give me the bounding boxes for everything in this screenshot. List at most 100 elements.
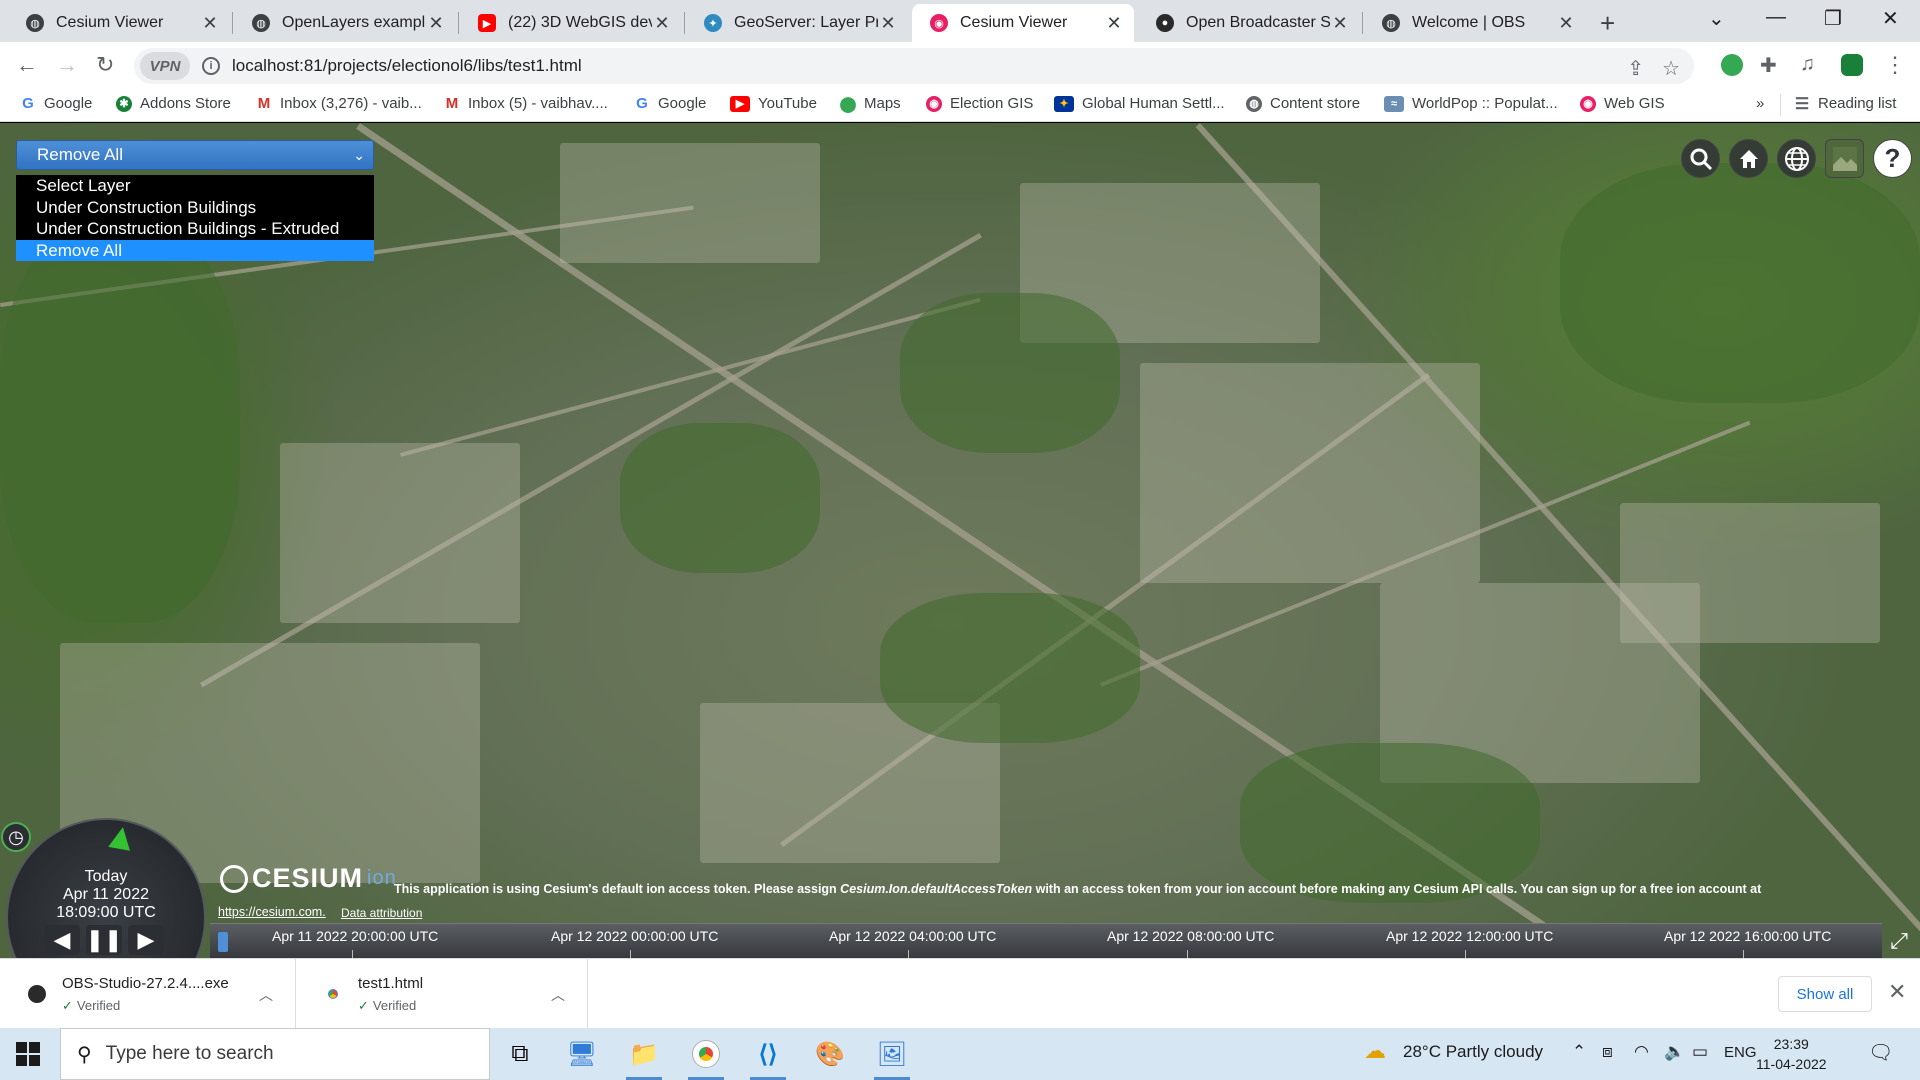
play-reverse-icon[interactable]: ◀ — [44, 925, 80, 955]
tab-youtube[interactable]: ▶ (22) 3D WebGIS devel ✕ — [460, 4, 682, 42]
extensions-puzzle-icon[interactable]: ✚ — [1760, 53, 1777, 78]
window-close-icon[interactable]: ✕ — [1882, 6, 1899, 31]
notifications-icon[interactable]: 🗨 — [1868, 1040, 1893, 1065]
volume-icon[interactable]: 🔈 — [1664, 1042, 1685, 1062]
home-icon[interactable] — [1729, 139, 1768, 178]
chevron-up-icon[interactable]: ︿ — [551, 985, 565, 1005]
adblock-extension-icon[interactable] — [1721, 54, 1743, 76]
bookmark-global-human-settlement[interactable]: ✦ Global Human Settl... — [1054, 95, 1225, 112]
address-bar[interactable]: VPN i localhost:81/projects/electionol6/… — [134, 48, 1694, 84]
timeline-needle[interactable] — [218, 932, 228, 952]
bookmark-google[interactable]: G Google — [20, 95, 92, 112]
chevron-up-icon[interactable]: ︿ — [259, 985, 273, 1005]
site-info-icon[interactable]: i — [202, 57, 220, 75]
paint-icon[interactable]: 🎨 — [806, 1034, 854, 1074]
wifi-icon[interactable]: ◠ — [1634, 1042, 1649, 1062]
weather-icon[interactable]: ☁ — [1364, 1038, 1386, 1064]
close-icon[interactable]: ✕ — [426, 13, 446, 34]
layer-option-under-construction[interactable]: Under Construction Buildings — [16, 197, 374, 219]
layer-option-under-construction-extruded[interactable]: Under Construction Buildings - Extruded — [16, 218, 374, 240]
google-icon: G — [636, 95, 648, 112]
bookmark-content-store[interactable]: ◍ Content store — [1246, 95, 1360, 112]
weather-text[interactable]: 28°C Partly cloudy — [1403, 1042, 1543, 1062]
globe-icon[interactable] — [1777, 139, 1816, 178]
bookmark-election-gis[interactable]: ◉ Election GIS — [926, 95, 1033, 112]
fullscreen-icon[interactable]: ⤢ — [1883, 926, 1915, 956]
photos-icon[interactable]: 🖼 — [868, 1034, 916, 1080]
cesium-ion-logo[interactable]: CESIUM ion — [220, 863, 397, 894]
close-icon[interactable]: ✕ — [1888, 979, 1906, 1005]
show-hidden-icons-icon[interactable]: ⌃ — [1572, 1042, 1586, 1062]
tab-openlayers[interactable]: ◍ OpenLayers example ✕ — [234, 4, 456, 42]
close-icon[interactable]: ✕ — [1330, 13, 1350, 34]
windows-start-icon[interactable] — [16, 1042, 40, 1066]
tab-obs[interactable]: ● Open Broadcaster Sof ✕ — [1138, 4, 1360, 42]
reading-list-button[interactable]: ☰ Reading list — [1794, 95, 1897, 113]
play-forward-icon[interactable]: ▶ — [128, 925, 164, 955]
bookmark-inbox-1[interactable]: M Inbox (3,276) - vaib... — [256, 95, 422, 112]
tab-divider — [232, 12, 233, 34]
download-item-obs[interactable]: OBS-Studio-27.2.4....exe ✓ Verified ︿ — [0, 959, 296, 1029]
bookmark-star-icon[interactable]: ☆ — [1662, 56, 1680, 81]
back-icon[interactable]: ← — [16, 52, 38, 78]
close-icon[interactable]: ✕ — [1104, 13, 1124, 34]
file-explorer-icon[interactable]: 📁 — [620, 1034, 668, 1080]
task-view-icon[interactable]: ⧉ — [496, 1034, 544, 1074]
timeline-tick — [908, 950, 909, 958]
chrome-icon[interactable] — [682, 1034, 730, 1080]
new-tab-icon[interactable]: + — [1600, 8, 1615, 39]
vscode-icon[interactable]: ⟨⟩ — [744, 1034, 792, 1080]
clock-icon[interactable]: ◷ — [1, 822, 31, 852]
bookmark-inbox-2[interactable]: M Inbox (5) - vaibhav.... — [444, 95, 608, 112]
media-control-icon[interactable]: ♫ — [1800, 53, 1815, 76]
tab-welcome-obs[interactable]: ◍ Welcome | OBS ✕ — [1364, 4, 1586, 42]
bookmark-worldpop[interactable]: ≈ WorldPop :: Populat... — [1384, 95, 1558, 112]
restore-icon[interactable]: ❐ — [1824, 6, 1842, 31]
help-icon[interactable]: ? — [1873, 139, 1912, 178]
search-icon[interactable] — [1681, 139, 1720, 178]
language-indicator[interactable]: ENG — [1724, 1044, 1757, 1061]
share-icon[interactable]: ⇪ — [1627, 56, 1644, 81]
layer-select-dropdown[interactable]: Remove All ⌄ — [16, 140, 374, 170]
pause-icon[interactable]: ❚❚ — [86, 925, 122, 955]
cesium-link[interactable]: https://cesium.com. — [218, 905, 326, 919]
more-bookmarks-icon[interactable]: » — [1756, 95, 1764, 112]
url-text[interactable]: localhost:81/projects/electionol6/libs/t… — [232, 56, 582, 76]
menu-kebab-icon[interactable]: ⋮ — [1884, 52, 1906, 78]
close-icon[interactable]: ✕ — [652, 13, 672, 34]
bookmark-maps[interactable]: ⬤ Maps — [840, 95, 901, 113]
bookmark-addons-store[interactable]: ✱ Addons Store — [116, 95, 231, 112]
bookmark-google-2[interactable]: G Google — [634, 95, 706, 112]
computer-icon[interactable]: 🖥 — [558, 1034, 606, 1074]
bookmark-youtube[interactable]: ▶ YouTube — [730, 95, 817, 112]
tab-search-icon[interactable]: ⌄ — [1708, 6, 1725, 31]
layer-option-select-layer[interactable]: Select Layer — [16, 175, 374, 197]
vpn-badge[interactable]: VPN — [140, 52, 190, 80]
layer-option-remove-all[interactable]: Remove All — [16, 239, 374, 261]
system-clock[interactable]: 23:39 11-04-2022 — [1756, 1034, 1827, 1074]
vegetation — [1560, 163, 1920, 403]
forward-icon[interactable]: → — [56, 52, 78, 78]
meet-now-icon[interactable]: ⧈ — [1602, 1042, 1613, 1062]
tab-geoserver[interactable]: ✦ GeoServer: Layer Prev ✕ — [686, 4, 908, 42]
tab-cesium-viewer-active[interactable]: ◉ Cesium Viewer ✕ — [912, 4, 1134, 42]
minimize-icon[interactable]: — — [1766, 6, 1786, 29]
taskbar-search[interactable]: ⚲ Type here to search — [60, 1028, 490, 1080]
shuttle-ring-pointer-icon[interactable] — [108, 825, 134, 851]
imagery-picker-icon[interactable] — [1825, 139, 1864, 178]
close-icon[interactable]: ✕ — [1556, 13, 1576, 34]
close-icon[interactable]: ✕ — [200, 13, 220, 34]
data-attribution-link[interactable]: Data attribution — [341, 906, 422, 920]
timeline[interactable]: Apr 11 2022 20:00:00 UTC Apr 12 2022 00:… — [210, 923, 1882, 958]
shield-extension-icon[interactable] — [1841, 54, 1863, 76]
reload-icon[interactable]: ↻ — [96, 52, 114, 78]
timeline-tick — [1743, 950, 1744, 958]
battery-icon[interactable]: ▭ — [1692, 1042, 1708, 1062]
cesium-viewer[interactable]: Remove All ⌄ Select Layer Under Construc… — [0, 123, 1920, 958]
bookmark-web-gis[interactable]: ◉ Web GIS — [1580, 95, 1665, 112]
download-item-test1[interactable]: test1.html ✓ Verified ︿ — [296, 959, 588, 1029]
show-all-downloads-button[interactable]: Show all — [1778, 976, 1872, 1012]
tab-cesium-viewer-1[interactable]: ◍ Cesium Viewer ✕ — [8, 4, 230, 42]
tab-label: OpenLayers example — [282, 14, 426, 31]
close-icon[interactable]: ✕ — [878, 13, 898, 34]
